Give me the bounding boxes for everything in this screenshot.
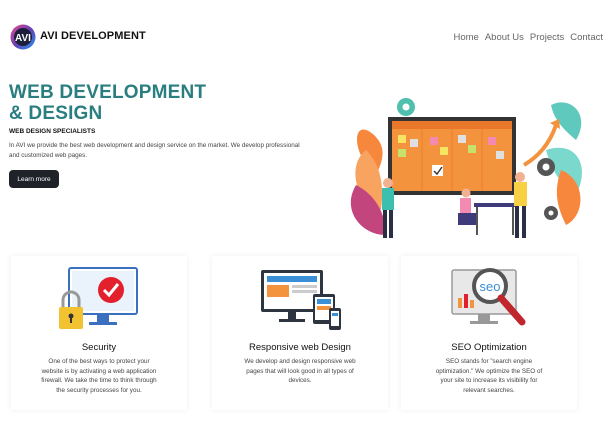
security-icon [59,267,138,329]
brand-name[interactable]: AVI DEVELOPMENT [40,30,146,42]
main-nav: Home About Us Projects Contact [454,32,604,43]
service-card-responsive: Responsive web Design We develop and des… [212,256,388,410]
security-text: One of the best ways to protect your web… [41,358,157,394]
hero-title: WEB DEVELOPMENT & DESIGN [9,82,206,124]
nav-about-us[interactable]: About Us [485,32,524,43]
nav-projects[interactable]: Projects [530,32,564,43]
seo-icon: seo [451,268,526,326]
responsive-icon [261,270,341,330]
responsive-text: We develop and design responsive web pag… [244,358,356,384]
logo-icon[interactable]: AVI [10,24,36,50]
hero-description: In AVI we provide the best web developme… [9,142,300,159]
service-card-security: Security One of the best ways to protect… [11,256,187,410]
learn-more-button[interactable]: Learn more [9,170,59,188]
svg-text:AVI: AVI [15,33,31,44]
hero-illustration [350,98,582,238]
seo-icon-text: seo [480,279,501,294]
security-title: Security [81,342,117,353]
hero-title-line2: & DESIGN [9,103,103,124]
seo-text: SEO stands for "search engine optimizati… [435,358,543,394]
seo-title: SEO Optimization [451,342,527,353]
gear-icon [544,206,558,220]
service-card-seo: seo SEO Optimization SEO stands for "sea… [401,256,577,410]
gear-icon [397,98,415,116]
hero-title-line1: WEB DEVELOPMENT [9,82,207,103]
gear-icon [537,158,555,176]
nav-contact[interactable]: Contact [570,32,603,43]
site-header: AVI AVI DEVELOPMENT Home About Us Projec… [0,0,614,70]
nav-home[interactable]: Home [454,32,479,43]
responsive-title: Responsive web Design [249,342,351,353]
hero-subtitle: WEB DESIGN SPECIALISTS [9,128,96,135]
